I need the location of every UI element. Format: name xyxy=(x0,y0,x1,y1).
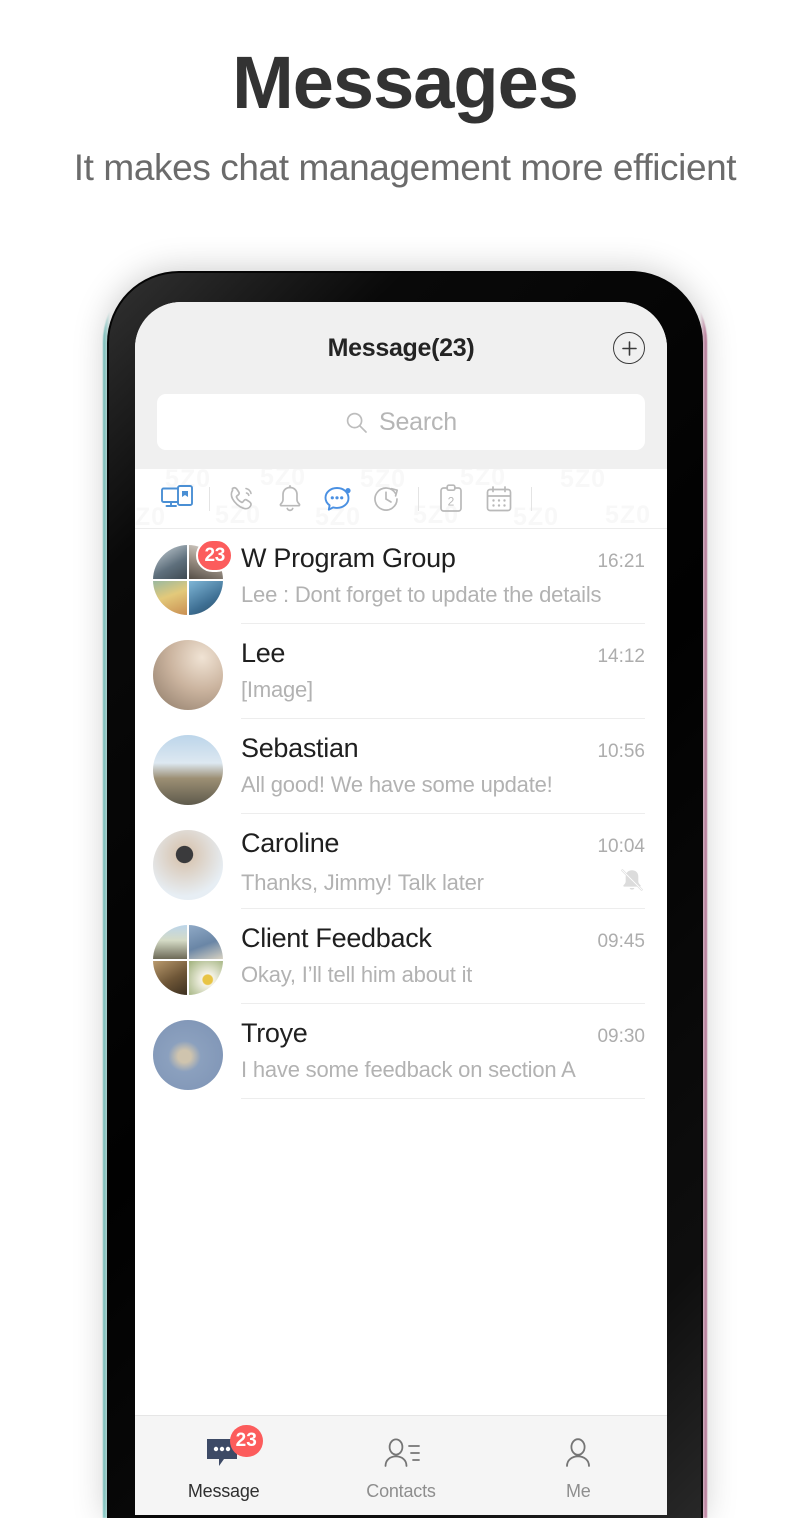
chat-time: 10:04 xyxy=(597,836,645,857)
chat-name: Sebastian xyxy=(241,733,359,763)
chat-name: Troye xyxy=(241,1018,308,1048)
chat-list-item[interactable]: Caroline 10:04 Thanks, Jimmy! Talk later xyxy=(135,814,667,909)
chat-name: W Program Group xyxy=(241,543,456,573)
chat-list-item[interactable]: Sebastian 10:56 All good! We have some u… xyxy=(135,719,667,814)
chat-preview: All good! We have some update! xyxy=(241,772,553,798)
mute-bell-glyph xyxy=(621,869,643,891)
chat-name: Lee xyxy=(241,638,286,668)
devices-icon[interactable] xyxy=(153,479,201,519)
chat-list: 23 W Program Group 16:21 Lee : Dont forg… xyxy=(135,529,667,1099)
plus-icon[interactable] xyxy=(613,332,645,364)
chat-preview: Okay, I’ll tell him about it xyxy=(241,962,473,988)
filter-divider xyxy=(418,486,419,511)
chat-time: 14:12 xyxy=(597,646,645,667)
tab-message[interactable]: 23 Message xyxy=(135,1416,312,1515)
navigation-bar: Message(23) xyxy=(135,302,667,394)
chat-list-item[interactable]: 23 W Program Group 16:21 Lee : Dont forg… xyxy=(135,529,667,624)
chat-content: Troye 09:30 I have some feedback on sect… xyxy=(241,1018,645,1099)
app-header: Message(23) Search xyxy=(135,302,667,469)
plus-glyph xyxy=(621,340,637,356)
phone-call-glyph xyxy=(230,486,252,509)
promo-header: Messages It makes chat management more e… xyxy=(0,0,810,195)
tab-me[interactable]: Me xyxy=(490,1416,667,1515)
mute-bell-icon xyxy=(611,867,645,898)
chat-content: Lee 14:12 [Image] xyxy=(241,638,645,719)
page-subtitle: It makes chat management more efficient xyxy=(73,147,737,188)
person-icon xyxy=(561,1433,595,1475)
chat-bubble-icon[interactable] xyxy=(314,479,362,519)
phone-call-icon[interactable] xyxy=(218,479,266,519)
filter-divider xyxy=(209,486,210,511)
avatar xyxy=(153,1020,223,1090)
contacts-icon xyxy=(380,1433,422,1475)
unread-badge: 23 xyxy=(196,539,233,572)
tab-label: Message xyxy=(187,1481,260,1501)
chat-preview: Lee : Dont forget to update the details xyxy=(241,582,602,608)
user-avatar xyxy=(153,735,223,805)
clock-history-icon[interactable] xyxy=(362,479,410,519)
phone-mockup: Message(23) Search 5Z0 5Z0 5Z0 5Z0 5Z0 Z… xyxy=(103,268,707,1518)
user-avatar xyxy=(153,1020,223,1090)
contacts-glyph xyxy=(384,1438,420,1467)
chat-list-item[interactable]: Troye 09:30 I have some feedback on sect… xyxy=(135,1004,667,1099)
bell-icon[interactable] xyxy=(266,479,314,519)
avatar xyxy=(153,830,223,900)
bottom-tab-bar: 23 Message Contacts Me xyxy=(135,1415,667,1515)
chat-time: 16:21 xyxy=(597,551,645,572)
nav-title: Message(23) xyxy=(327,333,475,362)
bell-glyph xyxy=(279,484,301,511)
tab-contacts[interactable]: Contacts xyxy=(312,1416,489,1515)
clipboard-glyph: 2 xyxy=(440,484,462,512)
search-input[interactable]: Search xyxy=(157,394,645,450)
phone-screen: Message(23) Search 5Z0 5Z0 5Z0 5Z0 5Z0 Z… xyxy=(135,302,667,1515)
user-avatar xyxy=(153,640,223,710)
calendar-icon[interactable] xyxy=(475,479,523,519)
chat-time: 09:30 xyxy=(597,1026,645,1047)
filter-toolbar: 5Z0 5Z0 5Z0 5Z0 5Z0 5Z0 5Z0 5Z0 5Z0 5Z0 … xyxy=(135,469,667,529)
chat-time: 10:56 xyxy=(597,741,645,762)
tab-unread-badge: 23 xyxy=(229,1425,263,1457)
chat-bubble-glyph xyxy=(324,486,351,511)
avatar xyxy=(153,925,223,995)
search-icon xyxy=(346,412,367,433)
chat-list-item[interactable]: Lee 14:12 [Image] xyxy=(135,624,667,719)
tab-label: Contacts xyxy=(366,1481,436,1501)
message-bubble-icon: 23 xyxy=(204,1425,263,1475)
avatar xyxy=(153,640,223,710)
clock-glyph xyxy=(374,486,399,511)
tab-label: Me xyxy=(566,1481,591,1501)
chat-preview: I have some feedback on section A xyxy=(241,1057,576,1083)
person-glyph xyxy=(566,1438,591,1467)
page-title: Messages xyxy=(232,41,579,124)
chat-time: 09:45 xyxy=(597,931,645,952)
svg-text:2: 2 xyxy=(448,494,455,508)
calendar-glyph xyxy=(486,485,512,511)
group-avatar xyxy=(153,925,223,995)
chat-content: Client Feedback 09:45 Okay, I’ll tell hi… xyxy=(241,923,645,1004)
avatar xyxy=(153,735,223,805)
chat-preview: [Image] xyxy=(241,677,313,703)
chat-name: Client Feedback xyxy=(241,923,432,953)
chat-content: Sebastian 10:56 All good! We have some u… xyxy=(241,733,645,814)
avatar: 23 xyxy=(153,539,233,615)
user-avatar xyxy=(153,830,223,900)
chat-name: Caroline xyxy=(241,828,340,858)
clipboard-icon[interactable]: 2 xyxy=(427,479,475,519)
chat-list-item[interactable]: Client Feedback 09:45 Okay, I’ll tell hi… xyxy=(135,909,667,1004)
chat-preview: Thanks, Jimmy! Talk later xyxy=(241,869,484,895)
search-placeholder: Search xyxy=(378,407,457,436)
filter-divider xyxy=(531,486,532,511)
chat-content: Caroline 10:04 Thanks, Jimmy! Talk later xyxy=(241,828,645,909)
devices-glyph xyxy=(161,485,193,507)
chat-content: W Program Group 16:21 Lee : Dont forget … xyxy=(241,543,645,624)
